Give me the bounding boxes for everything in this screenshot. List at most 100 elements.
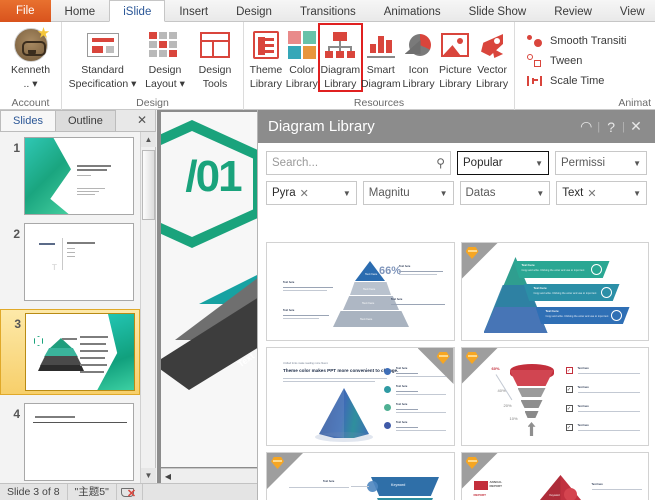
chevron-down-icon[interactable]: ▼ [339,189,351,198]
ribbon-tab-islide[interactable]: iSlide [109,0,166,22]
standard-specification-button[interactable]: Standard Specification ▾ [66,25,139,90]
clear-icon[interactable]: ✕ [587,187,596,200]
scrollbar-thumb[interactable] [142,150,155,220]
scroll-down-arrow-icon[interactable]: ▼ [141,468,156,483]
permission-select-value: Permissi [561,157,606,169]
current-slide-canvas[interactable]: /01 Text [161,112,257,467]
sort-select-value: Popular [463,157,503,169]
ribbon-tab-design[interactable]: Design [222,0,286,22]
funnel-keyword-1: Keyword [391,483,406,487]
close-slides-panel-icon[interactable]: ✕ [129,110,155,131]
smart-diagram-icon [366,27,395,63]
slide-hex-number: /01 [185,152,242,201]
diagram-card-funnel-red-gray[interactable]: 60% 40% 20% 10% ✓ ✓ ✓ ✓ Text here Text h… [460,347,649,446]
ribbon-tab-animations[interactable]: Animations [370,0,455,22]
ribbon-tab-review[interactable]: Review [540,0,606,22]
diagram-card-pyramid-red-report[interactable]: ANNUALREPORT REPORT Unified fonts make r… [460,452,649,500]
icon-library-button[interactable]: Icon Library [401,25,437,90]
group-label-resources: Resources [353,97,405,109]
picture-library-button[interactable]: Picture Library [437,25,475,90]
slide-thumbnail-list: 1 2 T 3 4 [0,132,140,483]
ribbon-tab-insert[interactable]: Insert [165,0,222,22]
color-library-button[interactable]: Color Library [284,25,320,90]
text-select[interactable]: Text ✕ ▼ [556,181,647,205]
smooth-transition-icon [527,34,543,48]
design-layout-button[interactable]: Design Layout ▾ [139,25,191,90]
design-tools-button[interactable]: Design Tools [191,25,239,90]
scroll-up-arrow-icon[interactable]: ▲ [141,132,156,147]
chevron-down-icon[interactable]: ▼ [532,189,544,198]
slide-thumbnail-3[interactable]: 3 [0,309,140,395]
standard-spec-label-1: Standard [81,64,124,76]
slides-panel-tabs: Slides Outline ✕ [0,110,155,132]
design-layout-label-2: Layout ▾ [145,77,185,90]
datas-select[interactable]: Datas ▼ [459,181,551,205]
theme-library-label-1: Theme [249,64,283,76]
ribbon-tab-view[interactable]: View [606,0,655,22]
tab-outline[interactable]: Outline [54,110,116,131]
chevron-down-icon[interactable]: ▼ [531,159,543,168]
search-input[interactable]: Search... ⚲ [266,151,451,175]
tween-button[interactable]: Tween [527,51,645,71]
premium-corner [417,348,454,384]
ribbon-tab-slideshow[interactable]: Slide Show [455,0,541,22]
result-row-3: Keyword Keyword Keyword Text here Text h… [266,452,649,500]
clear-icon[interactable]: ✕ [300,187,309,200]
smart-diagram-label-2: Diagram [360,77,401,90]
search-icon[interactable]: ⚲ [436,156,445,170]
diagram-card-inverted-funnel-blue[interactable]: Keyword Keyword Keyword Text here Text h… [266,452,455,500]
tween-label: Tween [550,55,583,67]
vector-library-button[interactable]: Vector Library [474,25,510,90]
slide1-wave-graphic [25,138,71,214]
scroll-left-arrow-icon[interactable]: ◀ [161,469,175,483]
account-user-menu-caret[interactable]: .. ▾ [23,78,37,91]
smooth-transition-label: Smooth Transiti [550,35,627,47]
picture-library-label-2: Library [439,77,472,90]
ribbon-tab-transitions[interactable]: Transitions [286,0,370,22]
slides-panel-scrollbar[interactable]: ▲ ▼ [140,132,156,483]
slide-number-1: 1 [13,141,20,155]
diagram-card-pyramid-banners-teal[interactable]: Text here Copy and write. Clicking the e… [460,242,649,341]
editor-horizontal-scrollbar[interactable]: ◀ [161,468,257,483]
slide-thumbnail-2[interactable]: 2 T [0,223,140,301]
picture-library-label-1: Picture [438,64,472,76]
account-button[interactable]: Kenneth .. ▾ [4,25,57,90]
theme-name[interactable]: "主题5" [68,483,117,500]
theme-library-button[interactable]: Theme Library [248,25,284,90]
scale-time-button[interactable]: Scale Time [527,71,645,91]
slide-preview-2: T [24,223,134,301]
slide-thumbnail-1[interactable]: 1 [0,137,140,215]
diagram-library-button[interactable]: Diagram Library [317,23,363,92]
diagram-card-cone-3d-blue[interactable]: Unified fonts make reading more fluent. … [266,347,455,446]
slides-panel: Slides Outline ✕ 1 2 T 3 4 ▲ ▼ [0,110,156,483]
account-avatar [13,27,50,63]
smart-diagram-button[interactable]: Smart Diagram [361,25,401,90]
magnitude-select[interactable]: Magnitu ▼ [362,181,454,205]
permission-select[interactable]: Permissi ▼ [555,151,647,175]
vector-library-icon [478,27,506,63]
chevron-down-icon[interactable]: ▼ [436,189,448,198]
tab-slides[interactable]: Slides [0,110,56,131]
icon-library-icon [404,27,433,63]
sort-select[interactable]: Popular ▼ [457,151,549,175]
category-pyramid-select[interactable]: Pyra ✕ ▼ [266,181,357,205]
ribbon-group-resources: Theme Library Color Library Diagram Libr… [244,22,515,110]
hide-icon[interactable]: ◠ [575,118,597,135]
spellcheck-error-icon[interactable]: ✕ [117,483,143,500]
chevron-down-icon[interactable]: ▼ [629,189,641,198]
slide-thumbnail-4[interactable]: 4 [0,403,140,481]
chevron-down-icon[interactable]: ▼ [629,159,641,168]
group-label-animation: Animat [618,97,651,109]
smooth-transition-button[interactable]: Smooth Transiti [527,31,645,51]
text-value: Text [562,187,584,199]
ribbon-group-design: Standard Specification ▾ Design Layout ▾ [62,22,244,110]
close-icon[interactable]: ✕ [625,118,647,135]
filter-row-1: Search... ⚲ Popular ▼ Permissi ▼ [266,151,647,175]
color-library-icon [287,27,316,63]
diagram-card-pyramid-layers-blue[interactable]: Text here Text here Text here Text here … [266,242,455,341]
ribbon-tab-file[interactable]: File [0,0,51,22]
slide-preview-3 [25,313,135,391]
help-icon[interactable]: ? [600,119,622,135]
ribbon-tab-home[interactable]: Home [51,0,110,22]
premium-corner [267,453,303,489]
